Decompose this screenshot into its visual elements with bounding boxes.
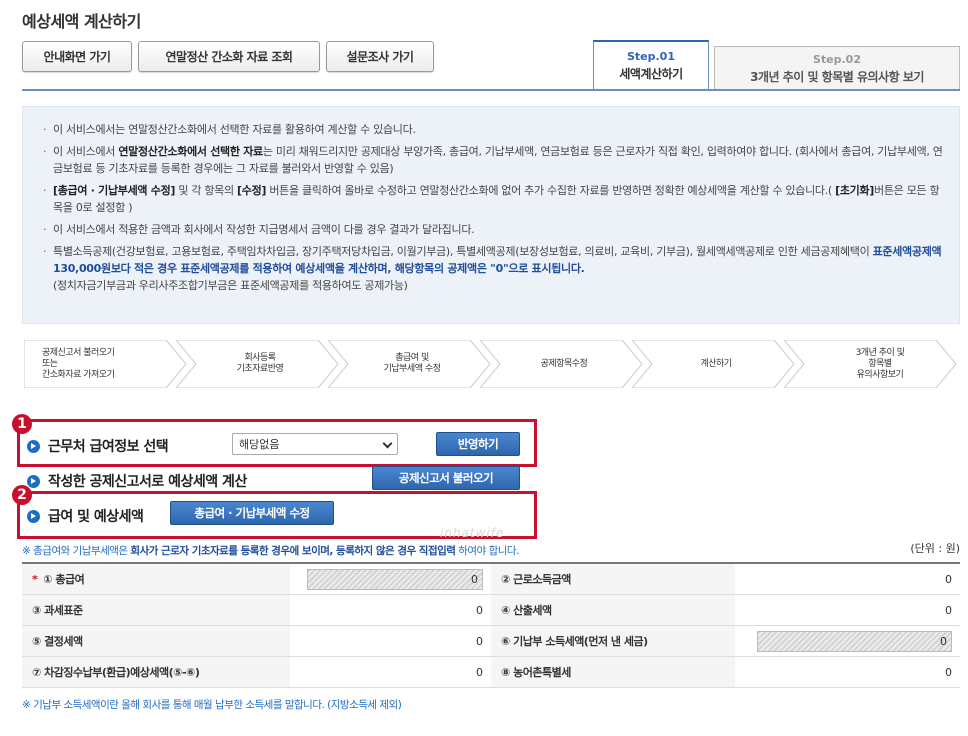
apply-button[interactable]: 반영하기 bbox=[436, 432, 520, 456]
arrow-circle-icon bbox=[27, 474, 40, 488]
tab-step-label: 세액계산하기 bbox=[619, 67, 683, 81]
notice-text: 이 서비스에서 연말정산간소화에서 선택한 자료는 미리 채워드리지만 공제대상… bbox=[53, 145, 943, 175]
process-flow: 공제신고서 불러오기 또는 간소화자료 가져오기 회사등록 기초자료반영 총급여… bbox=[24, 340, 962, 388]
arrow-circle-icon bbox=[27, 439, 40, 453]
label-rural-special-tax: ⑧ 농어촌특별세 bbox=[491, 657, 735, 687]
table-row: * ① 총급여 0 ② 근로소득금액 0 bbox=[22, 564, 960, 595]
watermark: inhatwife bbox=[440, 526, 505, 540]
value-tax-base: 0 bbox=[476, 603, 483, 617]
notice-text: 이 서비스에서 적용한 금액과 회사에서 작성한 지급명세서 금액이 다를 경우… bbox=[53, 223, 475, 236]
table-row: ⑤ 결정세액 0 ⑥ 기납부 소득세액(먼저 낸 세금) 0 bbox=[22, 626, 960, 657]
guide-page-button[interactable]: 안내화면 가기 bbox=[22, 41, 132, 72]
declaration-section-header: 작성한 공제신고서로 예상세액 계산 bbox=[27, 471, 247, 491]
total-salary-cell: 0 bbox=[290, 564, 491, 594]
tab-step02[interactable]: Step.02 3개년 추이 및 항목별 유의사항 보기 bbox=[714, 46, 960, 90]
flow-step-3: 총급여 및 기납부세액 수정 bbox=[383, 353, 441, 374]
tab-step01[interactable]: Step.01 세액계산하기 bbox=[593, 40, 709, 90]
section-title: 급여 및 예상세액 bbox=[48, 509, 144, 525]
total-salary-input[interactable]: 0 bbox=[307, 568, 483, 590]
prepaid-tax-input[interactable]: 0 bbox=[757, 630, 952, 652]
simplified-data-lookup-button[interactable]: 연말정산 간소화 자료 조회 bbox=[138, 41, 320, 72]
page-title: 예상세액 계산하기 bbox=[22, 12, 141, 31]
label-prepaid-tax: ⑥ 기납부 소득세액(먼저 낸 세금) bbox=[491, 626, 735, 656]
label-total-salary: * ① 총급여 bbox=[22, 564, 290, 594]
label-expected-tax: ⑦ 차감징수납부(환급)예상세액(⑤-⑥) bbox=[22, 657, 290, 687]
notice-text: 특별소득공제(건강보험료, 고용보험료, 주택임차차입금, 장기주택저당차입금,… bbox=[53, 245, 942, 292]
arrow-circle-icon bbox=[27, 509, 40, 523]
chevron-down-icon bbox=[382, 438, 393, 449]
workplace-section-header: 근무처 급여정보 선택 bbox=[27, 436, 169, 456]
table-row: ③ 과세표준 0 ④ 산출세액 0 bbox=[22, 595, 960, 626]
tax-table: * ① 총급여 0 ② 근로소득금액 0 ③ 과세표준 0 ④ 산출세액 0 ⑤ … bbox=[22, 562, 960, 688]
survey-button[interactable]: 설문조사 가기 bbox=[326, 41, 434, 72]
load-declaration-button[interactable]: 공제신고서 불러오기 bbox=[372, 466, 520, 490]
flow-step-4: 공제항목수정 bbox=[540, 358, 588, 369]
footnote: ※ 기납부 소득세액이란 올해 회사를 통해 매월 납부한 소득세를 말합니다.… bbox=[22, 699, 402, 711]
notice-item: · [총급여 · 기납부세액 수정] 및 각 항목의 [수정] 버튼을 클릭하여 … bbox=[43, 182, 945, 216]
notice-item: · 이 서비스에서 연말정산간소화에서 선택한 자료는 미리 채워드리지만 공제대… bbox=[43, 143, 945, 177]
notice-text: 이 서비스에서는 연말정산간소화에서 선택한 자료를 활용하여 계산할 수 있습… bbox=[53, 123, 416, 136]
table-row: ⑦ 차감징수납부(환급)예상세액(⑤-⑥) 0 ⑧ 농어촌특별세 0 bbox=[22, 657, 960, 688]
salary-section-header: 급여 및 예상세액 bbox=[27, 506, 144, 526]
edit-salary-tax-button[interactable]: 총급여 · 기납부세액 수정 bbox=[170, 501, 334, 525]
notice-item: · 이 서비스에서 적용한 금액과 회사에서 작성한 지급명세서 금액이 다를 경… bbox=[43, 223, 475, 236]
value-earned-income: 0 bbox=[945, 572, 952, 586]
flow-step-5: 계산하기 bbox=[700, 358, 732, 369]
flow-step-1: 공제신고서 불러오기 또는 간소화자료 가져오기 bbox=[42, 347, 115, 380]
notice-box: · 이 서비스에서는 연말정산간소화에서 선택한 자료를 활용하여 계산할 수 있… bbox=[22, 106, 960, 324]
tab-step-number: Step.01 bbox=[626, 50, 675, 63]
annotation-badge-1: 1 bbox=[12, 414, 32, 434]
label-earned-income: ② 근로소득금액 bbox=[491, 564, 735, 594]
select-value: 해당없음 bbox=[239, 438, 280, 451]
required-mark: * bbox=[32, 572, 38, 586]
notice-item: · 이 서비스에서는 연말정산간소화에서 선택한 자료를 활용하여 계산할 수 있… bbox=[43, 123, 416, 136]
section-title: 근무처 급여정보 선택 bbox=[48, 439, 169, 455]
notice-text: [총급여 · 기납부세액 수정] 및 각 항목의 [수정] 버튼을 클릭하여 올… bbox=[53, 184, 940, 214]
workplace-select[interactable]: 해당없음 bbox=[232, 433, 398, 455]
value-rural-special-tax: 0 bbox=[945, 665, 952, 679]
label-calculated-tax: ④ 산출세액 bbox=[491, 595, 735, 625]
label-determined-tax: ⑤ 결정세액 bbox=[22, 626, 290, 656]
tab-underline bbox=[22, 89, 960, 91]
unit-label: (단위 : 원) bbox=[910, 542, 960, 555]
prepaid-tax-cell: 0 bbox=[735, 626, 960, 656]
value-calculated-tax: 0 bbox=[945, 603, 952, 617]
notice-item: · 특별소득공제(건강보험료, 고용보험료, 주택임차차입금, 장기주택저당차입금… bbox=[43, 243, 945, 294]
flow-step-2: 회사등록 기초자료반영 bbox=[236, 353, 284, 374]
label-tax-base: ③ 과세표준 bbox=[22, 595, 290, 625]
tab-step-number: Step.02 bbox=[812, 52, 861, 66]
value-expected-tax: 0 bbox=[476, 665, 483, 679]
salary-note: ※ 총급여와 기납부세액은 회사가 근로자 기초자료를 등록한 경우에 보이며,… bbox=[22, 545, 519, 557]
flow-step-6: 3개년 추이 및 항목별 유의사항보기 bbox=[855, 347, 905, 380]
tab-step-label: 3개년 추이 및 항목별 유의사항 보기 bbox=[750, 69, 924, 84]
section-title: 작성한 공제신고서로 예상세액 계산 bbox=[48, 474, 247, 490]
value-determined-tax: 0 bbox=[476, 634, 483, 648]
